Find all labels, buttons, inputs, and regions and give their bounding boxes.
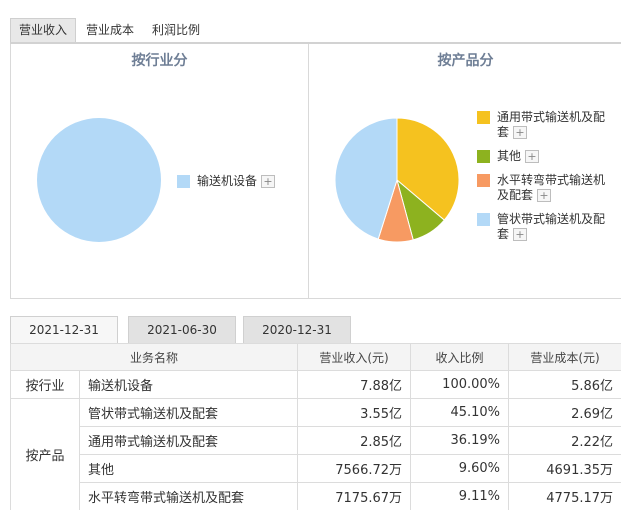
plus-icon[interactable]: + xyxy=(261,175,276,188)
group-industry: 按行业 xyxy=(10,370,80,399)
tab-revenue[interactable]: 营业收入 xyxy=(10,18,77,42)
legend-label: 通用带式输送机及配 xyxy=(497,110,606,124)
revenue-cell: 7.88亿 xyxy=(297,370,412,399)
header-ratio: 收入比例 xyxy=(410,343,510,371)
cost-cell: 5.86亿 xyxy=(508,370,621,399)
charts-panel: 按行业分 输送机设备 + 按产品分 通用带式输送机及配套 + 其他 + 水平转弯带式输… xyxy=(10,44,621,299)
business-name-cell: 输送机设备 xyxy=(78,370,299,399)
cost-cell: 2.22亿 xyxy=(508,426,621,455)
ratio-cell: 45.10% xyxy=(410,398,510,427)
header-business-name: 业务名称 xyxy=(9,343,299,371)
date-tab-2020-12-31[interactable]: 2020-12-31 xyxy=(243,316,351,343)
revenue-cell: 7566.72万 xyxy=(297,454,412,483)
legend-swatch xyxy=(477,213,490,226)
legend-label: 其他 xyxy=(497,149,522,163)
plus-icon[interactable]: + xyxy=(513,126,528,139)
ratio-cell: 9.60% xyxy=(410,454,510,483)
table-header-row: 业务名称 营业收入(元) 收入比例 营业成本(元) xyxy=(9,343,621,371)
product-chart-panel: 按产品分 通用带式输送机及配套 + 其他 + 水平转弯带式输送机 及配套 + 管状带式输… xyxy=(309,44,621,298)
legend-swatch xyxy=(177,175,190,188)
top-tab-bar: 营业收入 营业成本 利润比例 xyxy=(10,18,210,42)
cost-cell: 2.69亿 xyxy=(508,398,621,427)
table-row: 水平转弯带式输送机及配套 7175.67万 9.11% 4775.17万 xyxy=(11,482,621,510)
date-tab-2021-12-31[interactable]: 2021-12-31 xyxy=(10,316,118,344)
legend-item-general-belt[interactable]: 通用带式输送机及配套 + xyxy=(477,110,621,140)
legend-item-other[interactable]: 其他 + xyxy=(477,149,621,164)
product-legend: 通用带式输送机及配套 + 其他 + 水平转弯带式输送机 及配套 + 管状带式输送机及配套… xyxy=(477,110,621,251)
legend-item-horizontal-turn-belt[interactable]: 水平转弯带式输送机 及配套 + xyxy=(477,173,621,203)
legend-item-conveyor[interactable]: 输送机设备 + xyxy=(177,174,276,189)
legend-label-cont: 套 xyxy=(497,227,510,241)
product-pie-chart xyxy=(334,117,460,243)
ratio-cell: 36.19% xyxy=(410,426,510,455)
legend-label-cont: 套 xyxy=(497,125,510,139)
revenue-cell: 2.85亿 xyxy=(297,426,412,455)
legend-swatch xyxy=(477,174,490,187)
business-table: 业务名称 营业收入(元) 收入比例 营业成本(元) 按行业 输送机设备 7.88… xyxy=(9,343,621,510)
industry-legend: 输送机设备 + xyxy=(177,174,276,198)
table-row: 通用带式输送机及配套 2.85亿 36.19% 2.22亿 xyxy=(11,426,621,455)
ratio-cell: 100.00% xyxy=(410,370,510,399)
date-tab-2021-06-30[interactable]: 2021-06-30 xyxy=(128,316,236,343)
tab-cost[interactable]: 营业成本 xyxy=(78,18,142,42)
business-name-cell: 水平转弯带式输送机及配套 xyxy=(78,482,299,510)
cost-cell: 4691.35万 xyxy=(508,454,621,483)
legend-swatch xyxy=(477,111,490,124)
plus-icon[interactable]: + xyxy=(513,228,528,241)
tab-profit-ratio[interactable]: 利润比例 xyxy=(144,18,208,42)
pie-slice-0[interactable] xyxy=(37,118,161,242)
revenue-cell: 7175.67万 xyxy=(297,482,412,510)
plus-icon[interactable]: + xyxy=(537,189,552,202)
legend-label-cont: 及配套 xyxy=(497,188,534,202)
revenue-cell: 3.55亿 xyxy=(297,398,412,427)
table-row: 其他 7566.72万 9.60% 4691.35万 xyxy=(11,454,621,483)
table-row: 按产品 管状带式输送机及配套 3.55亿 45.10% 2.69亿 xyxy=(10,398,621,510)
table-row: 按行业 输送机设备 7.88亿 100.00% 5.86亿 xyxy=(10,370,621,399)
header-revenue: 营业收入(元) xyxy=(297,343,412,371)
industry-chart-title: 按行业分 xyxy=(131,53,188,69)
header-cost: 营业成本(元) xyxy=(508,343,621,371)
legend-label: 水平转弯带式输送机 xyxy=(497,173,606,187)
product-chart-title: 按产品分 xyxy=(437,53,494,69)
industry-chart-panel: 按行业分 输送机设备 + xyxy=(11,44,309,298)
legend-label: 输送机设备 xyxy=(197,174,258,188)
group-product: 按产品 xyxy=(10,398,80,510)
legend-swatch xyxy=(477,150,490,163)
business-name-cell: 管状带式输送机及配套 xyxy=(78,398,299,427)
legend-label: 管状带式输送机及配 xyxy=(497,212,606,226)
business-name-cell: 通用带式输送机及配套 xyxy=(78,426,299,455)
business-name-cell: 其他 xyxy=(78,454,299,483)
legend-item-tubular-belt[interactable]: 管状带式输送机及配套 + xyxy=(477,212,621,242)
plus-icon[interactable]: + xyxy=(525,150,540,163)
industry-pie-chart xyxy=(37,118,161,242)
cost-cell: 4775.17万 xyxy=(508,482,621,510)
ratio-cell: 9.11% xyxy=(410,482,510,510)
